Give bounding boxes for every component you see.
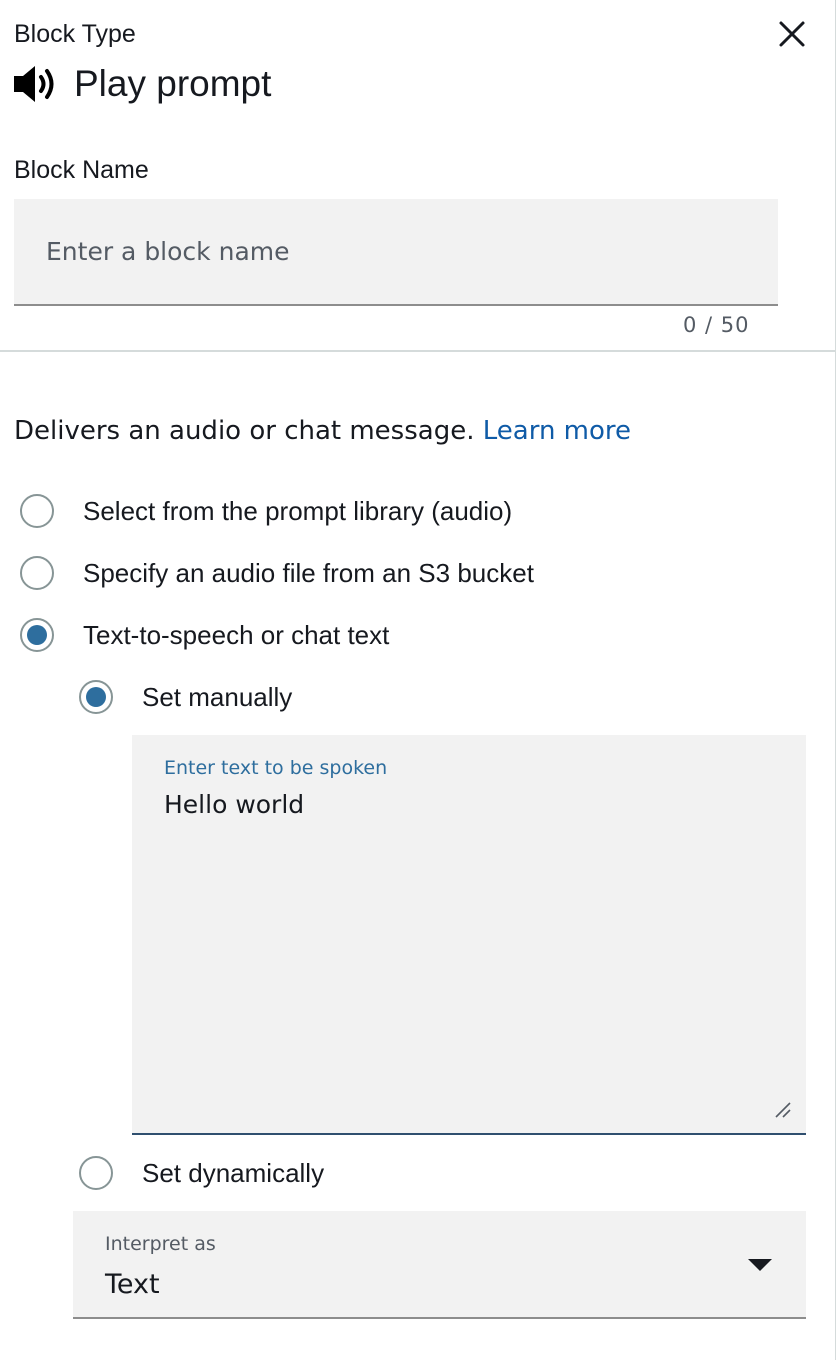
divider bbox=[0, 350, 836, 352]
speaker-icon bbox=[14, 66, 54, 102]
radio-button-selected[interactable] bbox=[20, 618, 54, 652]
radio-set-dynamically[interactable]: Set dynamically bbox=[79, 1156, 324, 1190]
block-name-input[interactable] bbox=[14, 199, 778, 306]
interpret-as-label: Interpret as bbox=[105, 1233, 216, 1255]
close-icon bbox=[779, 21, 805, 47]
description: Delivers an audio or chat message. Learn… bbox=[14, 416, 631, 446]
radio-text-to-speech[interactable]: Text-to-speech or chat text bbox=[20, 618, 389, 652]
description-text: Delivers an audio or chat message. bbox=[14, 416, 475, 446]
radio-label: Text-to-speech or chat text bbox=[83, 619, 390, 650]
block-name-label: Block Name bbox=[14, 156, 149, 184]
radio-label: Set dynamically bbox=[142, 1157, 325, 1188]
radio-button[interactable] bbox=[20, 494, 54, 528]
char-count: 0 / 50 bbox=[683, 313, 750, 337]
radio-s3-bucket[interactable]: Specify an audio file from an S3 bucket bbox=[20, 556, 534, 590]
title-row: Play prompt bbox=[12, 60, 271, 108]
radio-label: Specify an audio file from an S3 bucket bbox=[83, 557, 534, 588]
radio-label: Set manually bbox=[142, 681, 293, 712]
radio-label: Select from the prompt library (audio) bbox=[83, 495, 513, 526]
radio-button[interactable] bbox=[79, 1156, 113, 1190]
interpret-as-value: Text bbox=[105, 1269, 160, 1300]
resize-handle-icon[interactable] bbox=[774, 1101, 792, 1119]
tts-textarea-label: Enter text to be spoken bbox=[164, 757, 388, 779]
radio-prompt-library[interactable]: Select from the prompt library (audio) bbox=[20, 494, 512, 528]
tts-textarea[interactable]: Enter text to be spoken Hello world bbox=[132, 735, 806, 1135]
tts-textarea-value[interactable]: Hello world bbox=[164, 790, 304, 819]
radio-button[interactable] bbox=[20, 556, 54, 590]
page-title: Play prompt bbox=[74, 63, 272, 104]
close-button[interactable] bbox=[772, 14, 812, 54]
radio-set-manually[interactable]: Set manually bbox=[79, 680, 292, 714]
interpret-as-select[interactable]: Interpret as Text bbox=[73, 1211, 806, 1319]
block-type-label: Block Type bbox=[14, 20, 136, 48]
play-prompt-panel: Block Type Play prompt Block Name 0 / 50… bbox=[0, 0, 836, 1360]
radio-button-selected[interactable] bbox=[79, 680, 113, 714]
caret-down-icon bbox=[748, 1259, 772, 1271]
learn-more-link[interactable]: Learn more bbox=[483, 416, 631, 446]
